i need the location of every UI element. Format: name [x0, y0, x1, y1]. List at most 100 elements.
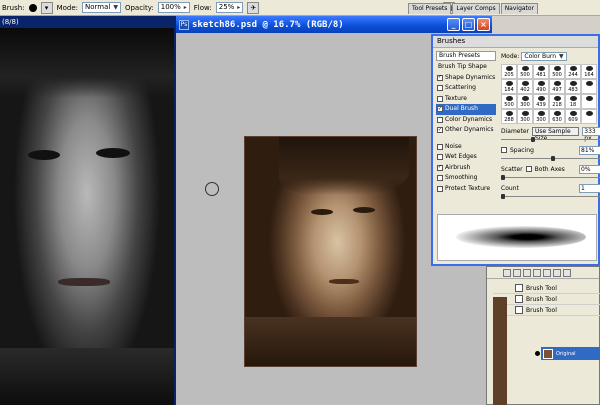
brush-tip-cell[interactable] — [581, 79, 597, 94]
brush-presets-item[interactable]: Brush Presets — [436, 51, 496, 61]
flow-field[interactable]: 25% ▸ — [215, 2, 244, 13]
mode-select[interactable]: Normal ▼ — [82, 2, 121, 13]
visibility-eye-icon[interactable] — [535, 351, 540, 356]
trash-icon[interactable] — [563, 268, 571, 277]
brush-tip-cell[interactable]: 497 — [549, 79, 565, 94]
folder-icon[interactable] — [543, 268, 551, 277]
brush-tip-cell[interactable] — [581, 109, 597, 124]
use-sample-size-button[interactable]: Use Sample Size — [532, 126, 580, 142]
scatter-slider[interactable] — [501, 175, 600, 181]
slider-knob[interactable] — [531, 137, 535, 142]
setting-checkbox[interactable]: ✓ — [437, 164, 443, 171]
brush-tip-cell[interactable]: 483 — [565, 79, 581, 94]
count-value[interactable]: 1 — [579, 183, 600, 193]
setting-checkbox[interactable] — [437, 154, 443, 161]
brush-tip-cell[interactable]: 609 — [565, 109, 581, 124]
spacing-slider[interactable] — [501, 156, 600, 162]
both-axes-checkbox[interactable] — [525, 166, 532, 172]
slider-knob[interactable] — [501, 194, 505, 199]
opacity-field[interactable]: 100% ▸ — [157, 2, 190, 13]
brush-tip-cell[interactable]: 288 — [501, 109, 517, 124]
close-button[interactable]: × — [477, 18, 490, 31]
diameter-value[interactable]: 333 px — [582, 126, 600, 142]
brush-tip-cell[interactable]: 184 — [501, 79, 517, 94]
scatter-value[interactable]: 0% — [579, 164, 600, 174]
brush-tip-size: 439 — [536, 102, 546, 108]
brush-tip-size: 609 — [568, 117, 578, 123]
brush-tip-shape-item[interactable]: Brush Tip Shape — [436, 62, 496, 73]
brush-preset-picker[interactable] — [28, 3, 37, 12]
setting-checkbox[interactable] — [437, 175, 443, 182]
brush-setting-item[interactable]: Scattering — [436, 83, 496, 94]
setting-checkbox[interactable] — [437, 143, 443, 150]
tab-tool-presets[interactable]: Tool Presets — [408, 3, 452, 14]
brush-setting-item[interactable]: Protect Texture — [436, 184, 496, 195]
setting-checkbox[interactable] — [437, 185, 443, 192]
brush-tip-cell[interactable]: 164 — [581, 64, 597, 79]
brush-tip-cell[interactable]: 402 — [517, 79, 533, 94]
reference-title: (8/8) — [0, 16, 174, 28]
brush-tip-cell[interactable]: 500 — [501, 94, 517, 109]
diameter-slider[interactable] — [501, 137, 600, 143]
brush-tip-cell[interactable]: 218 — [549, 94, 565, 109]
brush-setting-item[interactable]: Texture — [436, 94, 496, 105]
brush-tip-cell[interactable]: 500 — [517, 64, 533, 79]
layer-row-active[interactable]: Original — [541, 347, 600, 360]
brush-setting-item[interactable]: ✓ Other Dynamics — [436, 125, 496, 136]
history-item[interactable]: Brush Tool — [493, 294, 600, 305]
tab-navigator[interactable]: Navigator — [500, 3, 539, 14]
mask-icon[interactable] — [523, 268, 531, 277]
link-icon[interactable] — [503, 268, 511, 277]
brush-tip-cell[interactable]: 18 — [565, 94, 581, 109]
maximize-button[interactable]: □ — [462, 18, 475, 31]
brush-tip-cell[interactable]: 490 — [533, 79, 549, 94]
tab-layer-comps[interactable]: Layer Comps — [452, 3, 500, 14]
brush-tip-cell[interactable]: 630 — [549, 109, 565, 124]
reference-photo[interactable] — [0, 28, 174, 405]
brush-tip-cell[interactable] — [581, 94, 597, 109]
minimize-button[interactable]: _ — [447, 18, 460, 31]
brush-setting-item[interactable]: ✓ Shape Dynamics — [436, 73, 496, 84]
document-titlebar[interactable]: Ps sketch86.psd @ 16.7% (RGB/8) _ □ × — [176, 16, 492, 33]
history-item-label: Brush Tool — [526, 295, 557, 303]
brush-setting-item[interactable]: Wet Edges — [436, 152, 496, 163]
setting-checkbox[interactable] — [437, 85, 443, 92]
brush-tip-cell[interactable]: 300 — [533, 109, 549, 124]
brush-setting-item[interactable]: Color Dynamics — [436, 115, 496, 126]
layer-style-icon[interactable] — [513, 268, 521, 277]
brush-tip-cell[interactable]: 300 — [517, 94, 533, 109]
brush-tip-cell[interactable]: 500 — [549, 64, 565, 79]
brush-setting-item[interactable]: Smoothing — [436, 173, 496, 184]
history-item[interactable]: Brush Tool — [493, 283, 600, 294]
spacing-checkbox[interactable] — [501, 147, 507, 153]
options-bar: Brush: ▾ Mode: Normal ▼ Opacity: 100% ▸ Fl… — [0, 0, 600, 16]
spacing-value[interactable]: 81% — [579, 145, 600, 155]
sketch-mouth — [329, 279, 359, 284]
slider-knob[interactable] — [551, 156, 555, 161]
brush-setting-item[interactable]: Noise — [436, 142, 496, 153]
scatter-row: Scatter Both Axes 0% — [501, 164, 600, 174]
brush-setting-item[interactable]: ✓ Airbrush — [436, 163, 496, 174]
airbrush-icon[interactable]: ✈ — [247, 1, 260, 14]
slider-knob[interactable] — [501, 175, 505, 180]
brush-tip-cell[interactable]: 205 — [501, 64, 517, 79]
brush-mode-select[interactable]: Color Burn ▼ — [521, 52, 567, 61]
new-layer-icon[interactable] — [553, 268, 561, 277]
brush-tip-size: 481 — [536, 72, 546, 78]
brush-tip-cell[interactable]: 481 — [533, 64, 549, 79]
setting-checkbox[interactable]: ✓ — [437, 74, 443, 81]
brush-tip-cell[interactable]: 244 — [565, 64, 581, 79]
setting-checkbox[interactable] — [437, 116, 443, 123]
brush-tip-cell[interactable]: 300 — [517, 109, 533, 124]
history-item[interactable]: Brush Tool — [493, 305, 600, 316]
setting-checkbox[interactable]: ✓ — [437, 106, 443, 113]
setting-checkbox[interactable]: ✓ — [437, 127, 443, 134]
sketch-canvas[interactable] — [244, 136, 417, 367]
chevron-down-icon[interactable]: ▾ — [40, 1, 53, 14]
count-slider[interactable] — [501, 194, 600, 200]
brushes-title[interactable]: Brushes — [433, 36, 598, 48]
setting-checkbox[interactable] — [437, 95, 443, 102]
adjustment-icon[interactable] — [533, 268, 541, 277]
brush-tip-cell[interactable]: 439 — [533, 94, 549, 109]
brush-setting-item[interactable]: ✓ Dual Brush — [436, 104, 496, 115]
